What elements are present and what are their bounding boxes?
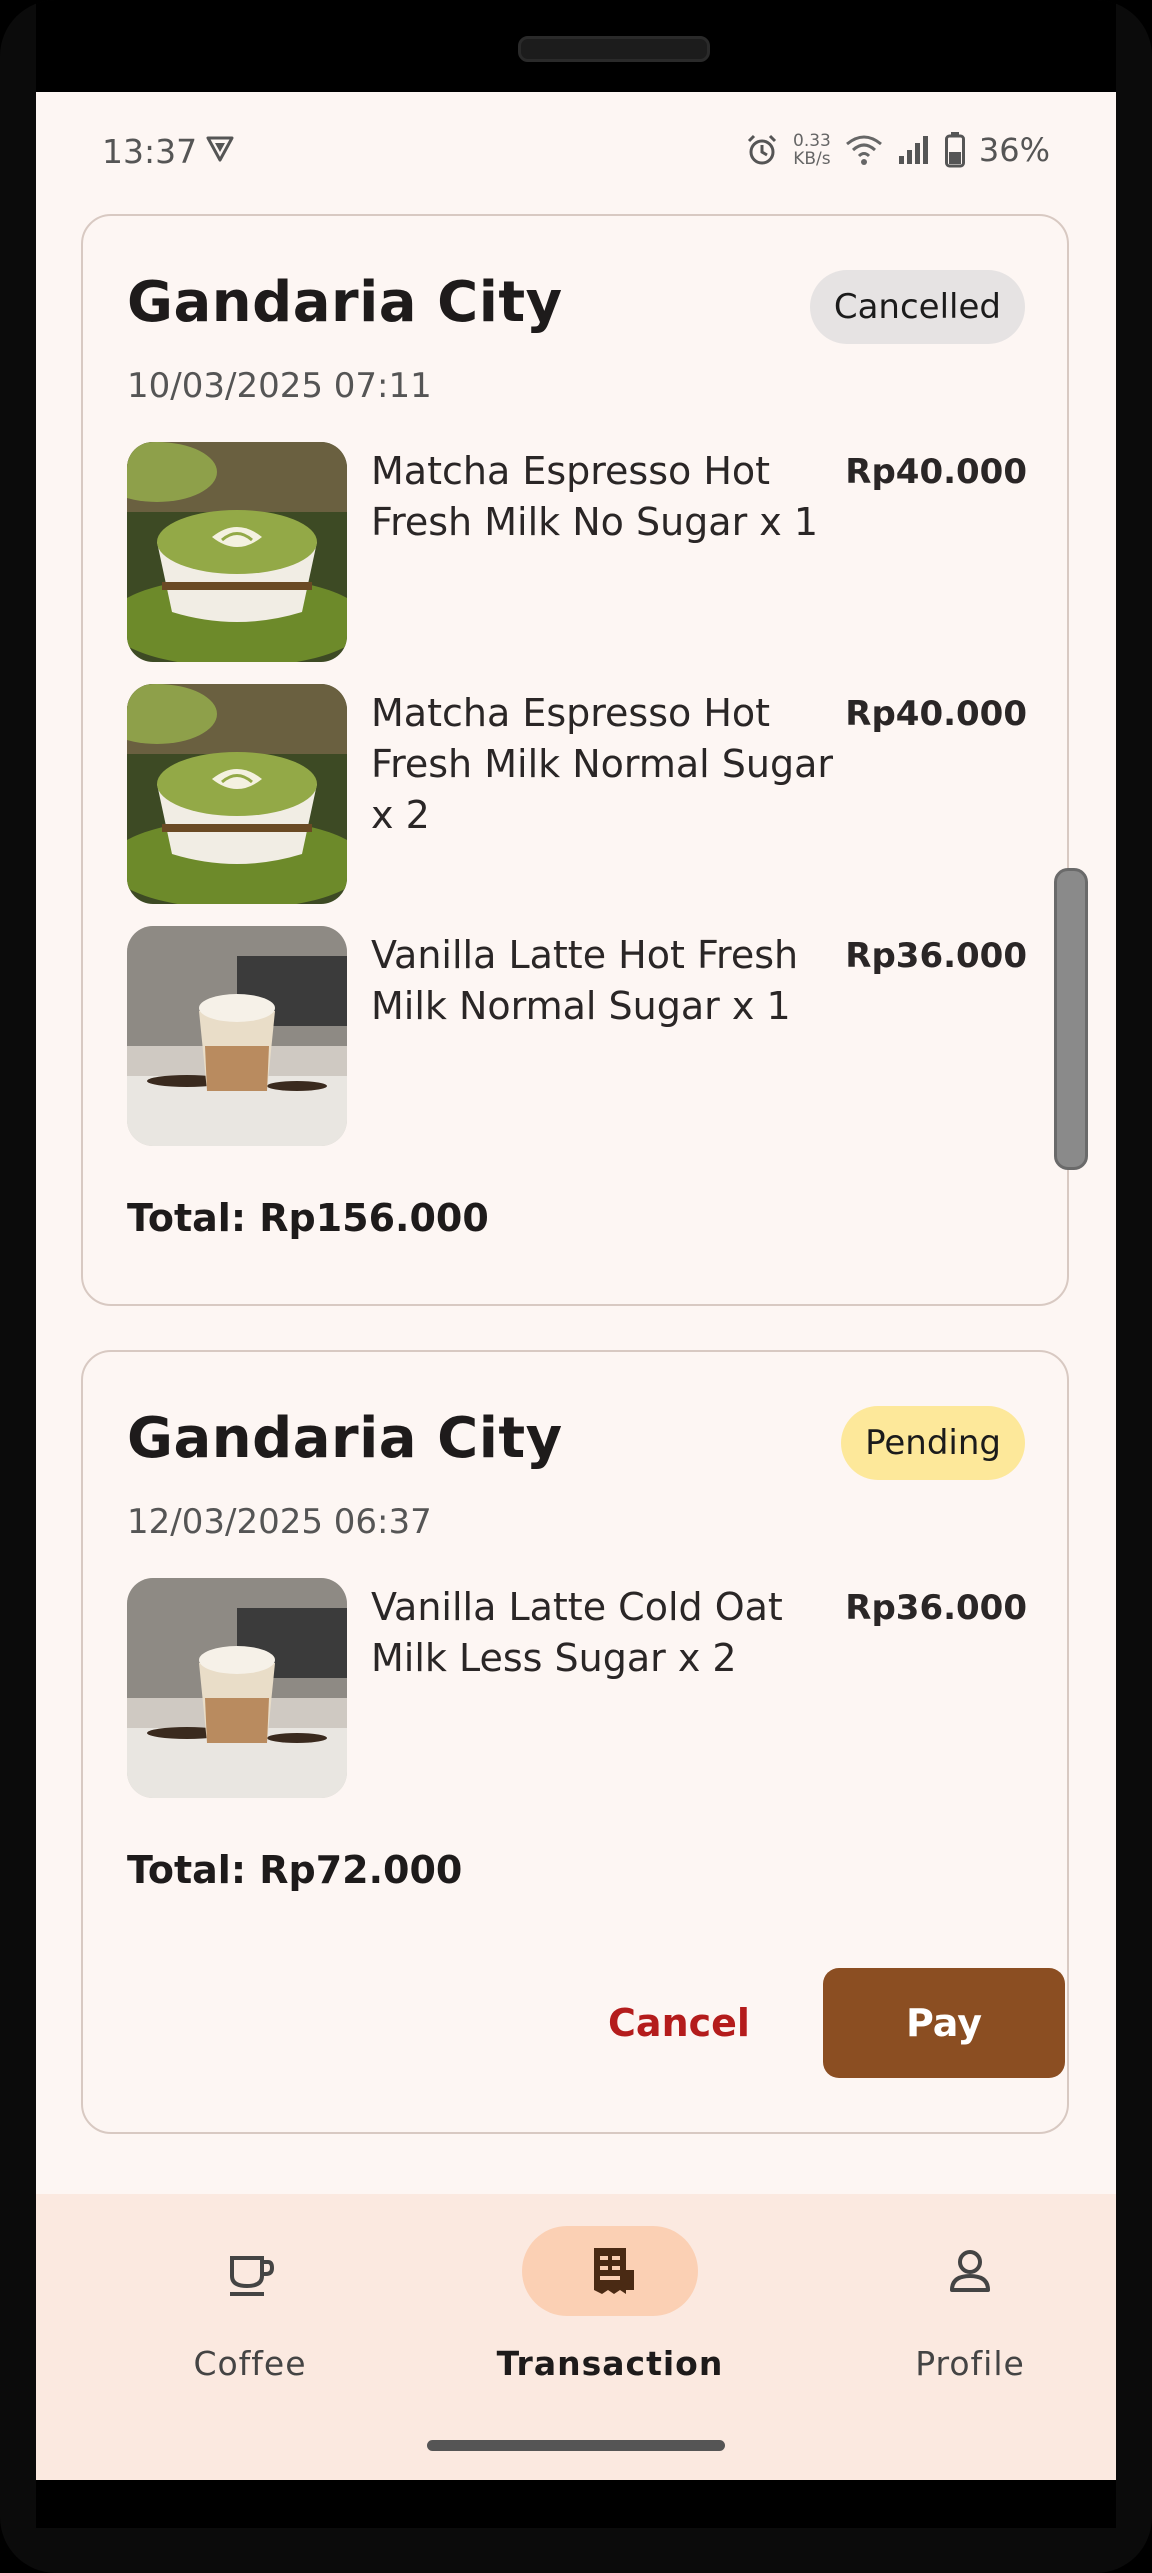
order-total: Total: Rp72.000 xyxy=(127,1848,463,1892)
order-date: 10/03/2025 07:11 xyxy=(127,366,432,406)
item-price: Rp40.000 xyxy=(845,452,1027,492)
network-speed-unit: KB/s xyxy=(793,149,831,169)
bottom-bezel xyxy=(36,2480,1116,2528)
home-gesture-bar[interactable] xyxy=(427,2440,725,2451)
nav-item-transaction[interactable]: Transaction xyxy=(432,2226,732,2396)
nav-label: Profile xyxy=(915,2344,1025,2383)
store-name: Gandaria City xyxy=(127,270,563,335)
status-time: 13:37 xyxy=(102,132,198,171)
order-item: Matcha Espresso Hot Fresh Milk Normal Su… xyxy=(127,684,1027,904)
cancel-order-button[interactable]: Cancel xyxy=(579,1968,779,2078)
status-bar: 13:37 0.33 KB/s 36% xyxy=(36,92,1116,212)
item-price: Rp40.000 xyxy=(845,694,1027,734)
pay-button[interactable]: Pay xyxy=(823,1968,1065,2078)
order-date: 12/03/2025 06:37 xyxy=(127,1502,432,1542)
nav-label: Coffee xyxy=(193,2344,307,2383)
vpn-shield-icon xyxy=(206,136,234,162)
phone-frame: 13:37 0.33 KB/s 36% Gandaria City Cancel… xyxy=(0,0,1152,2573)
item-price: Rp36.000 xyxy=(845,936,1027,976)
nav-item-profile[interactable]: Profile xyxy=(792,2226,1092,2396)
order-item: Vanilla Latte Cold Oat Milk Less Sugar x… xyxy=(127,1578,1027,1798)
status-badge: Cancelled xyxy=(809,270,1025,344)
order-item: Matcha Espresso Hot Fresh Milk No Sugar … xyxy=(127,442,1027,662)
order-card: Gandaria City Pending 12/03/2025 06:37 V… xyxy=(81,1350,1069,2134)
order-item: Vanilla Latte Hot Fresh Milk Normal Suga… xyxy=(127,926,1027,1146)
alarm-icon xyxy=(747,134,777,165)
battery-percentage: 36% xyxy=(978,131,1050,169)
order-total: Total: Rp156.000 xyxy=(127,1196,489,1240)
receipt-icon xyxy=(594,2248,634,2294)
item-name: Vanilla Latte Cold Oat Milk Less Sugar x… xyxy=(371,1585,783,1680)
nav-label: Transaction xyxy=(496,2344,724,2383)
vanilla-latte-image xyxy=(127,1578,347,1798)
order-card: Gandaria City Cancelled 10/03/2025 07:11 xyxy=(81,214,1069,1306)
store-name: Gandaria City xyxy=(127,1406,563,1471)
wifi-icon xyxy=(845,135,882,165)
battery-icon xyxy=(944,132,965,168)
person-icon xyxy=(950,2250,990,2292)
item-name: Matcha Espresso Hot Fresh Milk Normal Su… xyxy=(371,691,834,837)
item-price: Rp36.000 xyxy=(845,1588,1027,1628)
app-screen: 13:37 0.33 KB/s 36% Gandaria City Cancel… xyxy=(36,92,1116,2480)
network-speed: 0.33 KB/s xyxy=(793,132,831,168)
earpiece-speaker xyxy=(518,36,710,62)
status-right-group: 0.33 KB/s 36% xyxy=(745,128,1050,172)
nav-item-coffee[interactable]: Coffee xyxy=(72,2226,372,2396)
matcha-latte-image xyxy=(127,442,347,662)
status-badge: Pending xyxy=(841,1406,1025,1480)
signal-icon xyxy=(898,136,928,164)
scrollbar-thumb[interactable] xyxy=(1054,868,1088,1170)
item-name: Matcha Espresso Hot Fresh Milk No Sugar … xyxy=(371,449,819,544)
top-bezel xyxy=(36,0,1116,92)
vanilla-latte-image xyxy=(127,926,347,1146)
item-name: Vanilla Latte Hot Fresh Milk Normal Suga… xyxy=(371,933,799,1028)
bottom-navigation: Coffee Transaction Profile xyxy=(36,2194,1116,2480)
matcha-latte-image xyxy=(127,684,347,904)
network-speed-value: 0.33 xyxy=(793,131,831,151)
coffee-cup-icon xyxy=(230,2256,275,2296)
